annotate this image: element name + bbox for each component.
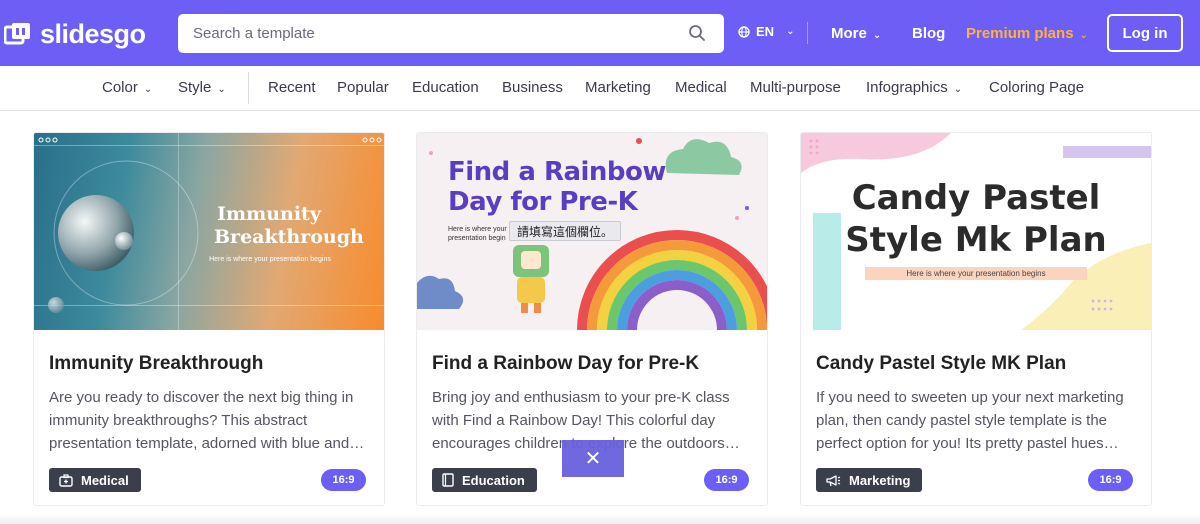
book-icon bbox=[442, 473, 454, 487]
slides-logo-icon bbox=[4, 23, 30, 45]
thumbnail-title: Candy Pastel Style Mk Plan bbox=[801, 177, 1151, 261]
category-medical[interactable]: Medical bbox=[675, 79, 727, 96]
thumbnail-title-line: Find a Rainbow bbox=[448, 157, 666, 187]
thumbnail-subtitle: Here is where your presentation begin bbox=[448, 226, 507, 242]
more-label: More bbox=[831, 25, 867, 42]
tag-label: Education bbox=[462, 472, 525, 488]
chevron-down-icon: ⌄ bbox=[217, 84, 226, 95]
category-multipurpose[interactable]: Multi-purpose bbox=[750, 79, 841, 96]
aspect-ratio-badge: 16:9 bbox=[321, 469, 366, 491]
category-business[interactable]: Business bbox=[502, 79, 563, 96]
thumbnail-title-line: Immunity bbox=[217, 203, 321, 225]
card-description: If you need to sweeten up your next mark… bbox=[816, 389, 1124, 452]
chevron-down-icon: ⌄ bbox=[786, 26, 795, 37]
blog-link[interactable]: Blog bbox=[912, 25, 945, 42]
template-thumbnail[interactable]: Candy Pastel Style Mk Plan Here is where… bbox=[801, 133, 1151, 330]
login-button[interactable]: Log in bbox=[1107, 14, 1183, 52]
premium-label: Premium plans bbox=[966, 25, 1074, 42]
chevron-down-icon: ⌄ bbox=[1079, 30, 1088, 41]
tag-label: Marketing bbox=[849, 472, 911, 488]
thumbnail-title-line: Candy Pastel bbox=[851, 178, 1101, 218]
top-navbar: slidesgo Search a template EN ⌄ More ⌄ Bl… bbox=[0, 0, 1200, 66]
thumbnail-title-line: Style Mk Plan bbox=[845, 220, 1107, 260]
language-selector[interactable]: EN ⌄ bbox=[738, 24, 794, 39]
close-icon: ✕ bbox=[584, 448, 602, 470]
category-coloring-page[interactable]: Coloring Page bbox=[989, 79, 1084, 96]
thumbnail-subtitle: Here is where your presentation begins bbox=[906, 269, 1046, 278]
tag-label: Medical bbox=[81, 472, 129, 488]
card-title[interactable]: Find a Rainbow Day for Pre-K bbox=[432, 353, 699, 375]
color-filter-label: Color bbox=[102, 79, 138, 96]
slidesgo-logo[interactable]: slidesgo bbox=[4, 18, 146, 50]
category-recent[interactable]: Recent bbox=[268, 79, 316, 96]
infographics-menu[interactable]: Infographics ⌄ bbox=[866, 79, 962, 96]
chevron-down-icon: ⌄ bbox=[953, 84, 963, 95]
more-menu[interactable]: More ⌄ bbox=[831, 25, 881, 42]
category-tag-medical[interactable]: Medical bbox=[49, 468, 141, 492]
template-thumbnail[interactable]: Immunity Breakthrough Here is where your… bbox=[34, 133, 384, 330]
infographics-label: Infographics bbox=[866, 79, 948, 96]
style-filter[interactable]: Style ⌄ bbox=[178, 79, 226, 96]
medical-kit-icon bbox=[59, 473, 73, 487]
category-tag-education[interactable]: Education bbox=[432, 468, 537, 492]
thumbnail-title-line: Day for Pre-K bbox=[448, 187, 638, 217]
category-bar: Color ⌄ Style ⌄ Recent Popular Education B… bbox=[0, 66, 1200, 111]
thumbnail-subtitle: Here is where your presentation begins bbox=[209, 256, 331, 263]
thumbnail-title: Immunity Breakthrough bbox=[214, 203, 364, 249]
template-card[interactable]: Candy Pastel Style Mk Plan Here is where… bbox=[800, 132, 1152, 506]
page-bottom-edge bbox=[0, 514, 1200, 524]
card-description: Are you ready to discover the next big t… bbox=[49, 389, 365, 452]
search-icon[interactable] bbox=[688, 24, 706, 42]
megaphone-icon bbox=[826, 474, 841, 486]
nav-divider bbox=[807, 22, 808, 44]
color-filter[interactable]: Color ⌄ bbox=[102, 79, 152, 96]
thumbnail-title: Find a Rainbow Day for Pre-K bbox=[448, 157, 666, 217]
chevron-down-icon: ⌄ bbox=[143, 84, 153, 95]
premium-plans-menu[interactable]: Premium plans ⌄ bbox=[966, 25, 1088, 42]
category-divider bbox=[248, 72, 249, 104]
card-title[interactable]: Candy Pastel Style MK Plan bbox=[816, 353, 1066, 375]
search-input[interactable]: Search a template bbox=[178, 14, 724, 53]
style-filter-label: Style bbox=[178, 79, 212, 96]
card-title[interactable]: Immunity Breakthrough bbox=[49, 353, 263, 375]
category-marketing[interactable]: Marketing bbox=[585, 79, 651, 96]
category-popular[interactable]: Popular bbox=[337, 79, 389, 96]
category-education[interactable]: Education bbox=[412, 79, 479, 96]
thumbnail-title-line: Breakthrough bbox=[214, 226, 364, 248]
chevron-down-icon: ⌄ bbox=[872, 30, 882, 41]
template-card[interactable]: Immunity Breakthrough Here is where your… bbox=[33, 132, 385, 506]
category-tag-marketing[interactable]: Marketing bbox=[816, 468, 923, 492]
search-placeholder: Search a template bbox=[193, 25, 315, 42]
close-button[interactable]: ✕ bbox=[562, 440, 624, 477]
globe-icon bbox=[738, 25, 750, 38]
aspect-ratio-badge: 16:9 bbox=[704, 469, 749, 491]
language-label: EN bbox=[756, 24, 775, 39]
aspect-ratio-badge: 16:9 bbox=[1088, 469, 1133, 491]
logo-text: slidesgo bbox=[40, 18, 146, 49]
validation-tooltip: 請填寫這個欄位。 bbox=[509, 221, 622, 241]
